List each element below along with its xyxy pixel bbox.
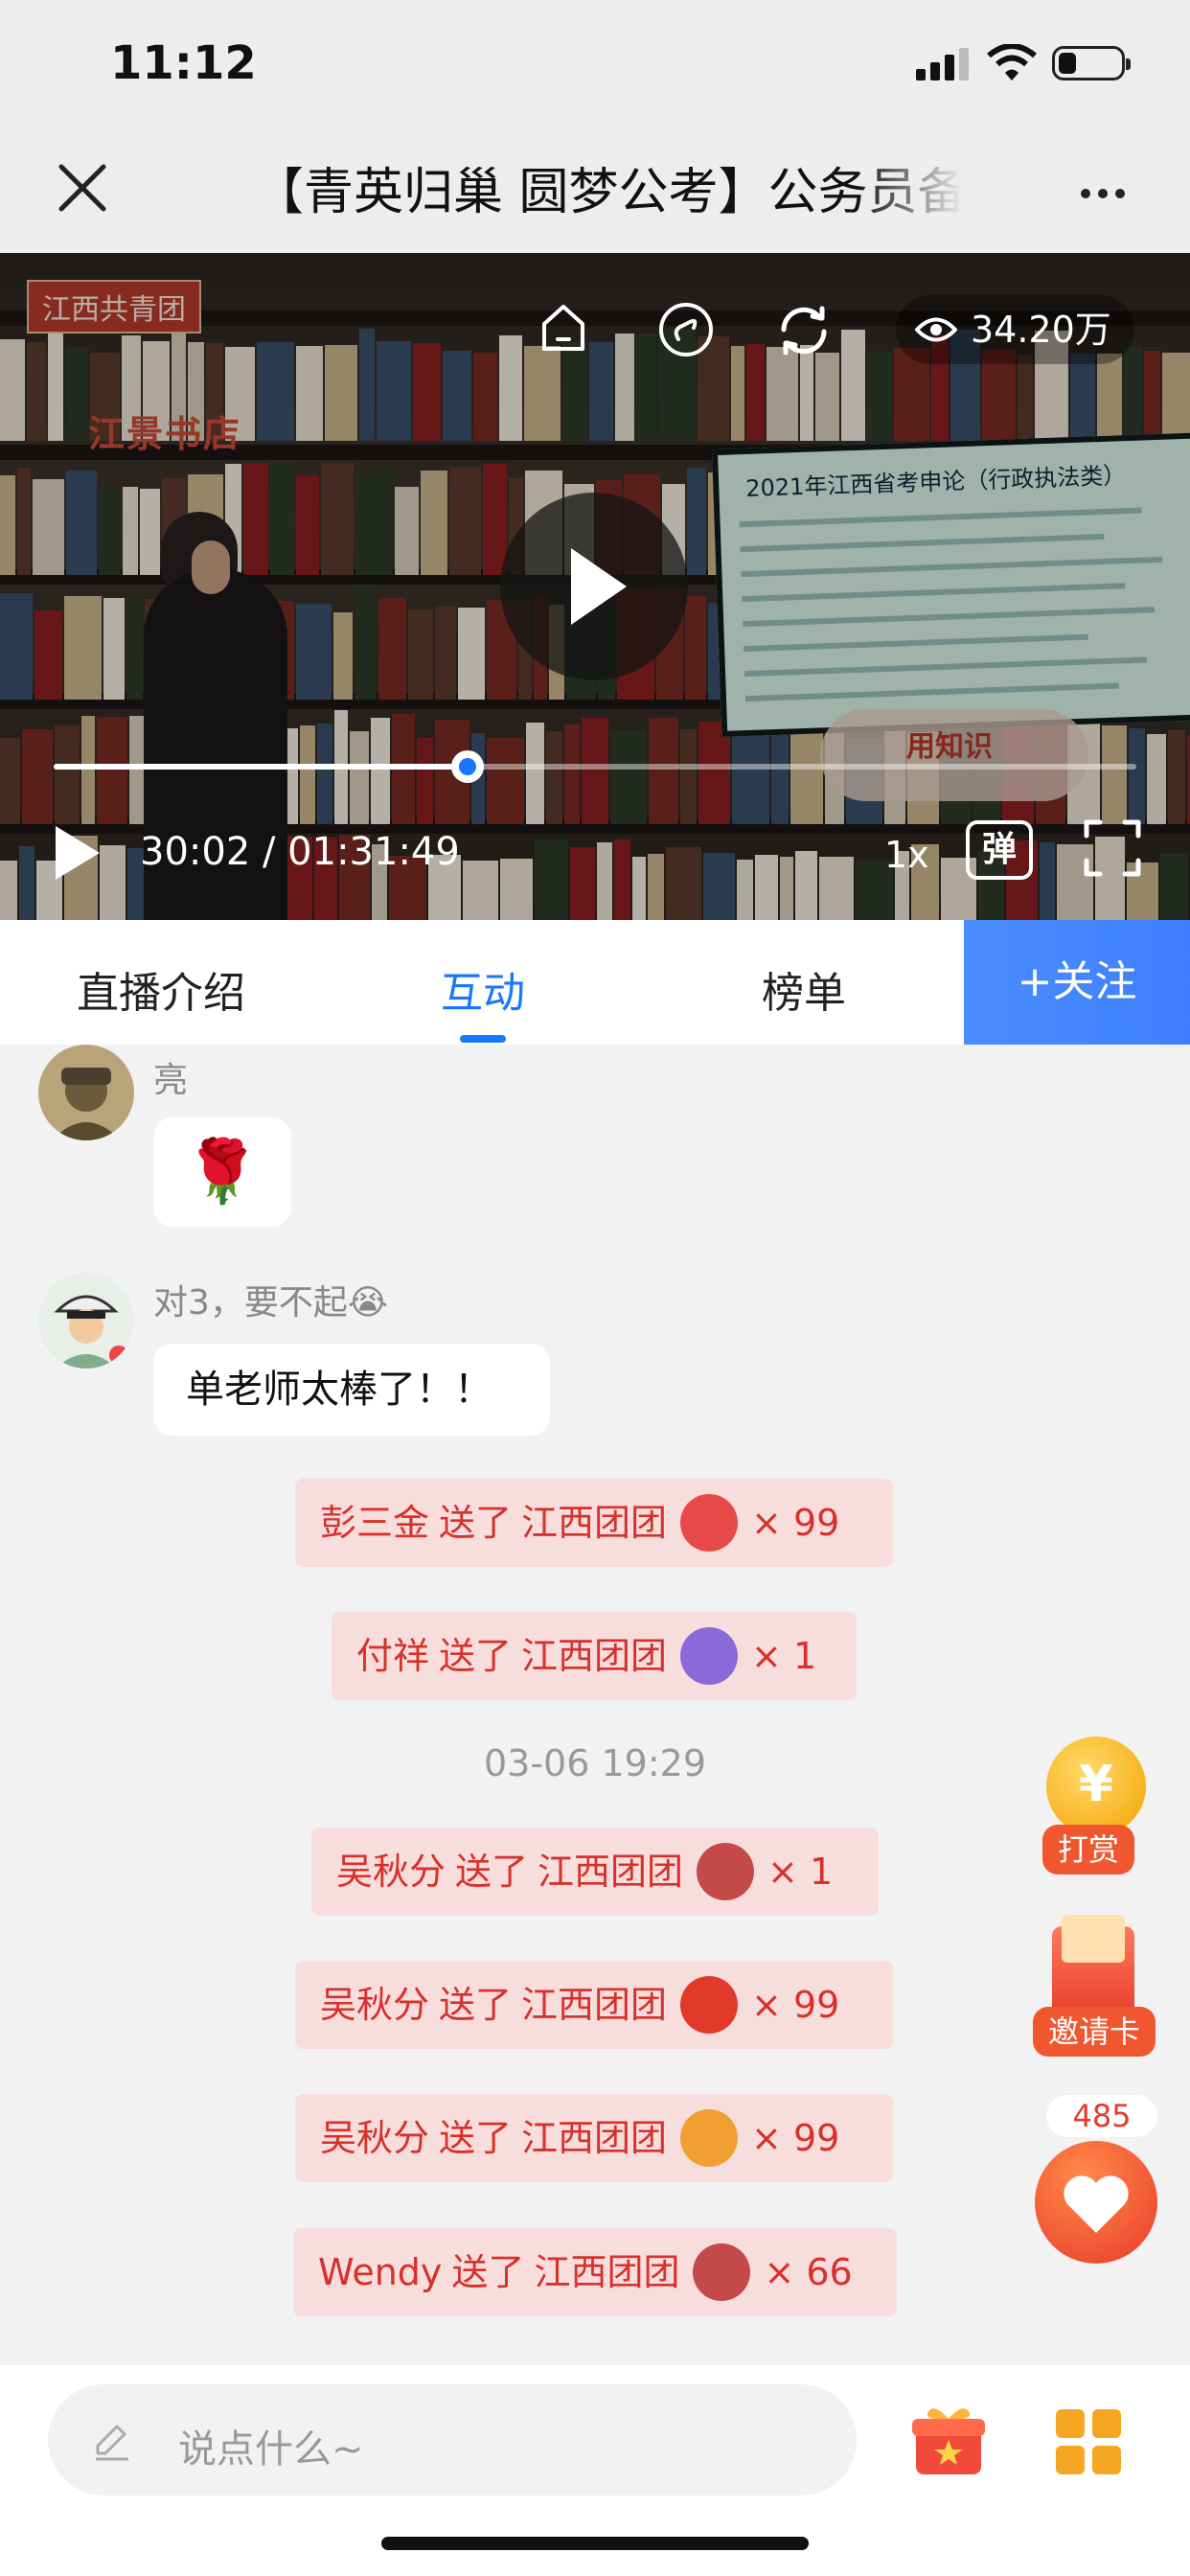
coin-icon [1046, 1736, 1146, 1836]
gift-item-icon [697, 1843, 755, 1900]
mini-program-icon[interactable] [657, 301, 715, 358]
chat-timestamp: 03-06 19:29 [483, 1742, 706, 1784]
fullscreen-icon[interactable] [1083, 818, 1142, 878]
time-display: 30:02 / 01:31:49 [140, 830, 460, 874]
eye-icon [915, 317, 957, 342]
gift-message: 吴秋分 送了 江西团团 × 99 [295, 2094, 893, 2182]
danmu-toggle[interactable]: 弹 [966, 820, 1033, 880]
progress-fill [54, 764, 468, 770]
invite-label: 邀请卡 [1033, 2007, 1156, 2057]
cellular-signal-icon [916, 48, 969, 80]
apps-grid-icon[interactable] [1056, 2409, 1121, 2474]
play-toggle-icon[interactable] [56, 826, 100, 880]
gift-count: × 99 [751, 1984, 840, 2026]
comment-input[interactable]: 说点什么~ [48, 2384, 857, 2496]
tab-ranking[interactable]: 榜单 [762, 958, 846, 1020]
close-icon[interactable] [54, 159, 111, 217]
gift-sender: 彭三金 [320, 1502, 430, 1544]
gift-recipient: 江西团团 [521, 1502, 668, 1544]
gift-verb: 送了 [439, 2117, 513, 2159]
gift-verb: 送了 [439, 1502, 513, 1544]
play-button[interactable] [500, 493, 688, 680]
gift-message: 吴秋分 送了 江西团团 × 1 [311, 1828, 879, 1916]
gift-count: × 66 [764, 2251, 853, 2293]
gift-item-icon [680, 2109, 739, 2167]
gift-sender: 付祥 [356, 1635, 430, 1677]
page-title: 【青英归巢 圆梦公考】公务员备考 [254, 164, 963, 221]
gift-count: × 1 [751, 1635, 817, 1677]
chat-nickname: 亮 [153, 1061, 189, 1100]
heart-icon [1035, 2141, 1157, 2264]
gift-count: × 1 [767, 1851, 834, 1893]
refresh-icon[interactable] [774, 301, 834, 360]
gift-recipient: 江西团团 [534, 2251, 680, 2293]
active-tab-indicator [460, 1035, 506, 1043]
home-icon[interactable] [537, 301, 590, 355]
progress-handle[interactable] [450, 750, 484, 783]
gift-verb: 送了 [455, 1851, 529, 1893]
chat-nickname: 对3，要不起😭 [153, 1283, 388, 1322]
avatar[interactable] [38, 1273, 134, 1368]
status-time: 11:12 [110, 36, 257, 90]
gift-sender: 吴秋分 [336, 1851, 446, 1893]
play-icon [571, 548, 627, 625]
gift-verb: 送了 [439, 1984, 513, 2026]
gift-item-icon [680, 1494, 739, 1552]
view-count: 34.20万 [896, 295, 1134, 364]
gift-count: × 99 [751, 1502, 840, 1544]
home-indicator [381, 2537, 809, 2550]
gift-message: 彭三金 送了 江西团团 × 99 [295, 1479, 893, 1567]
battery-icon [1052, 46, 1131, 80]
gift-verb: 送了 [451, 2251, 525, 2293]
more-icon[interactable] [1081, 184, 1133, 202]
gift-verb: 送了 [439, 1635, 513, 1677]
gift-recipient: 江西团团 [521, 1984, 668, 2026]
gift-recipient: 江西团团 [521, 1635, 668, 1677]
chat-message: 单老师太棒了！！ [153, 1344, 550, 1436]
reward-label: 打赏 [1042, 1825, 1135, 1874]
gift-item-icon [680, 1976, 739, 2034]
gift-message: 吴秋分 送了 江西团团 × 99 [295, 1961, 893, 2049]
gift-recipient: 江西团团 [521, 2117, 668, 2159]
gift-sender: 吴秋分 [320, 1984, 430, 2026]
like-count: 485 [1046, 2095, 1157, 2137]
tab-intro[interactable]: 直播介绍 [77, 958, 245, 1020]
tab-bar: 直播介绍 互动 榜单 +关注 [0, 920, 1190, 1045]
gift-recipient: 江西团团 [538, 1851, 684, 1893]
avatar[interactable] [38, 1045, 134, 1140]
gift-sender: Wendy [318, 2251, 443, 2293]
video-player[interactable]: 2021年江西省考申论（行政执法类） 用知识 江西共青团 江景书店 34.20万… [0, 253, 1190, 920]
pencil-icon [96, 2425, 128, 2461]
gift-item-icon [680, 1627, 739, 1685]
chat-message: 🌹 [153, 1117, 291, 1227]
tab-interact[interactable]: 互动 [441, 958, 525, 1020]
gift-sender: 吴秋分 [320, 2117, 430, 2159]
wifi-icon [987, 44, 1037, 80]
gift-message: 付祥 送了 江西团团 × 1 [332, 1612, 857, 1700]
gift-count: × 99 [751, 2117, 840, 2159]
comment-placeholder: 说点什么~ [178, 2427, 364, 2472]
gift-message: Wendy 送了 江西团团 × 66 [293, 2228, 897, 2316]
speed-button[interactable]: 1x [884, 834, 929, 876]
view-count-label: 34.20万 [971, 309, 1111, 351]
gift-item-icon [693, 2243, 751, 2301]
gift-icon[interactable] [910, 2404, 987, 2476]
follow-button[interactable]: +关注 [964, 920, 1190, 1045]
